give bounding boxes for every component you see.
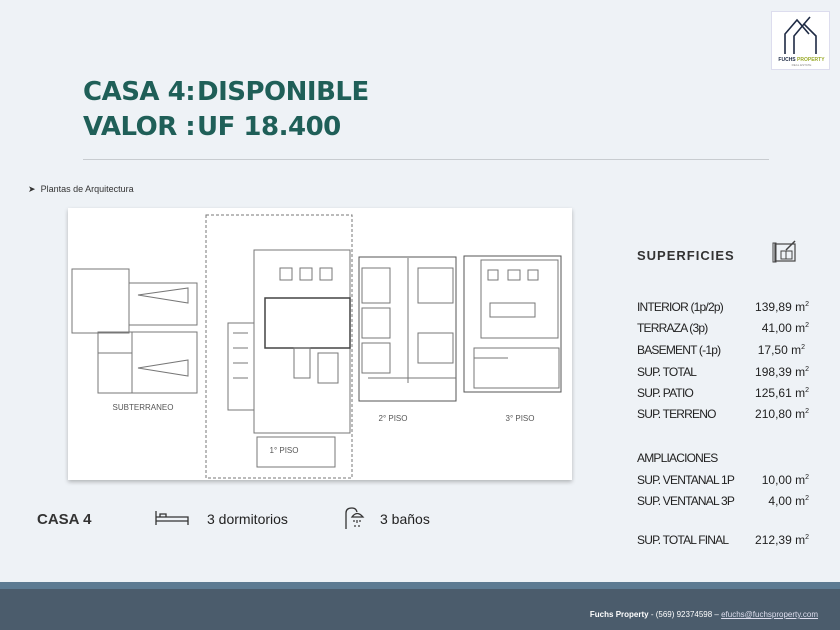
footer-phone: - (569) 92374598 – xyxy=(648,610,722,619)
footer-stripe xyxy=(0,582,840,589)
house-logo-icon: FUCHS PROPERTY REAL ESTATE xyxy=(778,16,825,67)
valor-label: VALOR : xyxy=(83,112,196,142)
piso1-plan xyxy=(205,214,353,479)
sup-row-terreno: SUP. TERRENO 210,80 m2 xyxy=(637,407,809,421)
sup-row-interior: INTERIOR (1p/2p) 139,89 m2 xyxy=(637,300,809,314)
plan-label-piso2: 2° PISO xyxy=(379,414,408,423)
ampliaciones-title: AMPLIACIONES xyxy=(637,451,718,465)
footer-contact: Fuchs Property - (569) 92374598 – efuchs… xyxy=(590,610,818,619)
section-label: Plantas de Arquitectura xyxy=(40,184,134,194)
bed-icon xyxy=(154,508,190,533)
subterraneo-plan xyxy=(71,268,198,394)
divider xyxy=(83,159,769,160)
section-bullet: ➤ Plantas de Arquitectura xyxy=(28,184,134,195)
piso2-plan xyxy=(358,256,457,402)
footer-email-link[interactable]: efuchs@fuchsproperty.com xyxy=(721,610,818,619)
plan-label-piso1: 1° PISO xyxy=(270,446,299,455)
footer: Fuchs Property - (569) 92374598 – efuchs… xyxy=(0,589,840,630)
sup-row-terraza: TERRAZA (3p) 41,00 m2 xyxy=(637,321,809,335)
plan-label-piso3: 3° PISO xyxy=(506,414,535,423)
casa-name: CASA 4 xyxy=(37,511,92,528)
floor-plans: SUBTERRANEO 1° PISO 2° PISO 3° PISO xyxy=(71,214,562,479)
bathrooms-count: 3 baños xyxy=(380,511,430,527)
sup-row-basement: BASEMENT (-1p) 17,50 m2 xyxy=(637,343,805,357)
sup-row-ventanal-3p: SUP. VENTANAL 3P 4,00 m2 xyxy=(637,494,809,508)
price-heading: VALOR :UF 18.400 xyxy=(83,112,341,142)
piso3-plan xyxy=(463,255,562,393)
bedrooms-count: 3 dormitorios xyxy=(207,511,288,527)
availability-status: DISPONIBLE xyxy=(197,77,369,107)
sup-row-patio: SUP. PATIO 125,61 m2 xyxy=(637,386,809,400)
arrow-bullet-icon: ➤ xyxy=(28,184,36,194)
status-heading: CASA 4:DISPONIBLE xyxy=(83,77,369,107)
shower-icon xyxy=(343,505,367,536)
price-value: UF 18.400 xyxy=(197,112,341,142)
blueprint-icon xyxy=(772,240,798,269)
sup-row-ventanal-1p: SUP. VENTANAL 1P 10,00 m2 xyxy=(637,473,809,487)
fuchs-property-logo: FUCHS PROPERTY REAL ESTATE xyxy=(771,11,830,70)
plan-label-subterraneo: SUBTERRANEO xyxy=(113,403,174,412)
sup-row-total: SUP. TOTAL 198,39 m2 xyxy=(637,365,809,379)
svg-text:REAL ESTATE: REAL ESTATE xyxy=(792,63,812,67)
casa-label: CASA 4: xyxy=(83,77,196,107)
floor-plan-image: SUBTERRANEO 1° PISO 2° PISO 3° PISO xyxy=(68,208,572,480)
sup-row-total-final: SUP. TOTAL FINAL 212,39 m2 xyxy=(637,533,809,547)
superficies-title: SUPERFICIES xyxy=(637,248,735,263)
footer-company: Fuchs Property xyxy=(589,610,649,619)
